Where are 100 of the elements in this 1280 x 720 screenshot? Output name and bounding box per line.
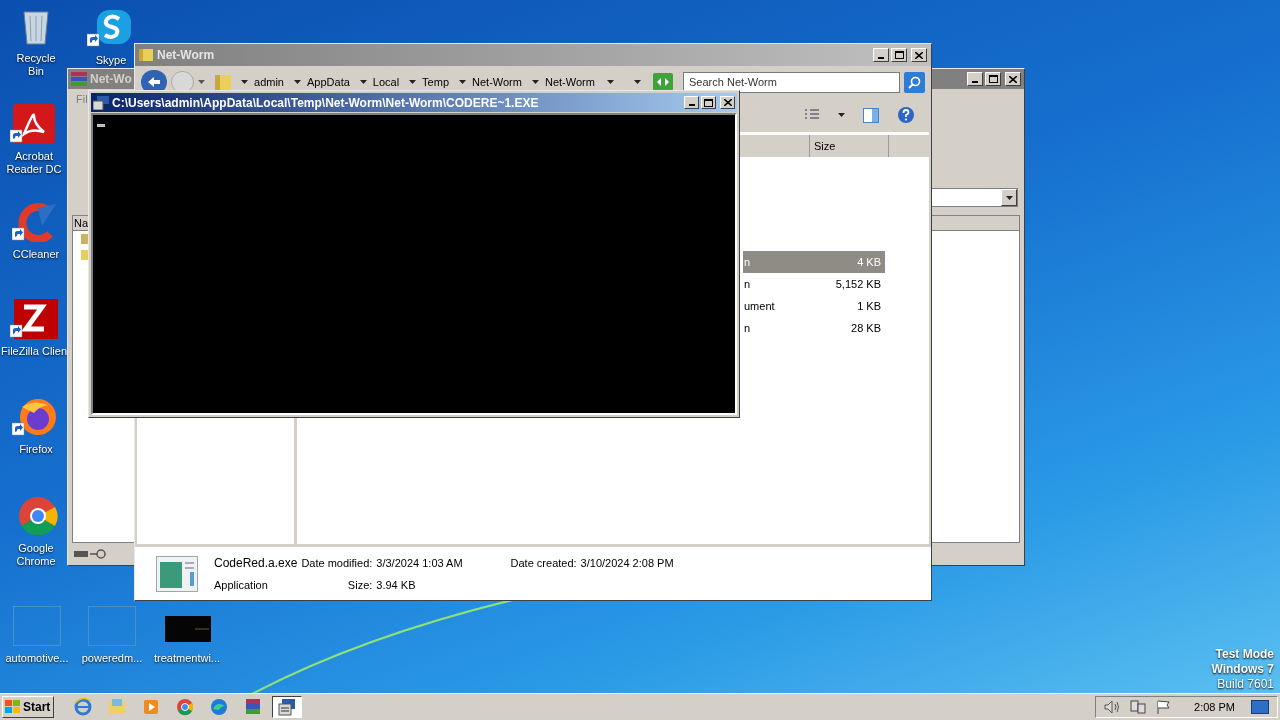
window-title: C:\Users\admin\AppData\Local\Temp\Net-Worm\Net-Worm\CODERE~1.EXE — [112, 94, 539, 112]
desktop-icon-label[interactable]: Recycle Bin — [8, 52, 64, 78]
breadcrumb-item[interactable]: Local — [372, 73, 400, 91]
field-label: Size: — [346, 577, 373, 593]
flag-icon[interactable] — [1156, 700, 1173, 714]
search-button[interactable] — [904, 71, 925, 93]
clock[interactable]: 2:08 PM — [1194, 698, 1235, 716]
edge-icon — [209, 697, 229, 717]
close-button[interactable] — [1005, 72, 1021, 86]
maximize-button[interactable] — [891, 48, 907, 62]
type-cell-text: ument — [744, 298, 775, 314]
breadcrumb-item[interactable]: Net-Worm — [472, 73, 522, 91]
column-header[interactable]: Size — [809, 135, 889, 157]
application-icon — [156, 555, 198, 592]
caret-icon — [634, 80, 642, 84]
desktop-icon-label[interactable]: Google Chrome — [6, 542, 66, 568]
column-header[interactable]: Na — [73, 216, 88, 230]
size-cell-text: 5,152 KB — [835, 276, 881, 292]
desktop-icon-label[interactable]: Acrobat Reader DC — [4, 150, 64, 176]
preview-pane-icon[interactable] — [863, 107, 879, 123]
close-button[interactable] — [911, 48, 927, 62]
breadcrumb-item[interactable]: Temp — [422, 73, 449, 91]
media-player-icon — [141, 697, 161, 717]
field-value: 3/3/2024 1:03 AM — [376, 555, 463, 571]
desktop-icon-label[interactable]: Firefox — [19, 443, 53, 456]
drive-key-icon — [72, 548, 108, 560]
folder-icon — [107, 697, 127, 717]
caret-icon — [531, 80, 539, 84]
system-notice: Build 7601 — [1217, 677, 1274, 692]
close-icon — [915, 51, 923, 59]
caret-icon — [1005, 195, 1013, 200]
caret-icon — [409, 80, 417, 84]
folder-icon — [139, 48, 153, 62]
console-icon — [93, 95, 109, 110]
blank-file-icon — [88, 606, 136, 646]
breadcrumb-item[interactable]: Net-Worm — [544, 73, 595, 91]
file-name: CodeRed.a.exe — [214, 554, 298, 572]
file-row[interactable]: n 5,152 KB — [743, 273, 885, 295]
field-label: Date modified: — [301, 555, 373, 571]
refresh-icon — [656, 77, 671, 87]
desktop-icon-label[interactable]: FileZilla Clien — [1, 345, 67, 358]
field-label: Date created: — [510, 555, 577, 571]
desktop-icon-label[interactable]: treatmentwi... — [154, 652, 220, 665]
minimize-button[interactable] — [873, 48, 889, 62]
close-icon — [723, 99, 732, 106]
desktop-icon-label[interactable]: automotive... — [5, 652, 69, 665]
help-icon[interactable] — [897, 106, 915, 124]
maximize-button[interactable] — [701, 96, 716, 109]
caret-icon — [294, 80, 301, 84]
internet-explorer-icon — [73, 697, 93, 717]
blank-file-icon — [13, 606, 61, 646]
search-field[interactable]: Search Net-Worm — [683, 71, 901, 93]
caret-icon — [459, 80, 466, 84]
field-value: 3.94 KB — [376, 577, 417, 593]
network-icon[interactable] — [1130, 700, 1147, 714]
minimize-button[interactable] — [967, 72, 983, 86]
size-cell-text: 4 KB — [857, 254, 881, 270]
minimize-button[interactable] — [684, 96, 699, 109]
caret-icon — [198, 80, 206, 84]
windows-logo-icon — [5, 700, 21, 714]
refresh-button[interactable] — [653, 73, 674, 91]
breadcrumb-item[interactable]: admin — [254, 73, 284, 91]
taskbar-button[interactable] — [272, 696, 302, 718]
type-cell-text: n — [744, 276, 751, 292]
caret-icon — [838, 113, 845, 117]
desktop-icon-label[interactable]: CCleaner — [12, 248, 60, 261]
breadcrumb-item[interactable]: AppData — [307, 73, 350, 91]
back-arrow-icon — [146, 76, 161, 88]
console-icon — [277, 697, 297, 717]
desktop-icon-label[interactable]: Skype — [95, 54, 127, 67]
file-row[interactable]: ument 1 KB — [743, 295, 885, 317]
text-cursor — [97, 124, 105, 127]
system-notice: Test Mode — [1215, 647, 1274, 662]
size-cell-text: 1 KB — [857, 298, 881, 314]
file-type: Application — [214, 577, 269, 593]
type-cell-text: n — [744, 254, 751, 270]
window-title: Net-Wo — [90, 71, 132, 88]
filezilla-icon — [10, 299, 58, 339]
start-button[interactable]: Start — [2, 696, 54, 718]
size-cell-text: 28 KB — [851, 320, 881, 336]
maximize-button[interactable] — [985, 72, 1001, 86]
dropdown-field[interactable] — [930, 188, 1018, 207]
caret-icon — [359, 80, 367, 84]
speaker-icon[interactable] — [1104, 700, 1121, 714]
caret-icon — [241, 80, 249, 84]
file-row[interactable]: n 28 KB — [743, 317, 885, 339]
folder-icon — [215, 73, 232, 91]
close-button[interactable] — [720, 96, 735, 109]
winrar-icon — [243, 697, 263, 717]
close-icon — [1009, 75, 1017, 83]
acrobat-icon — [10, 104, 58, 144]
type-cell-text: n — [744, 320, 751, 336]
archive-icon — [71, 72, 87, 86]
search-input[interactable]: Search Net-Worm — [689, 73, 895, 91]
chrome-icon — [175, 697, 195, 717]
system-notice: Windows 7 — [1211, 662, 1274, 677]
field-value: 3/10/2024 2:08 PM — [580, 555, 674, 571]
desktop-icon-label[interactable]: poweredm... — [81, 652, 143, 665]
view-options-icon[interactable] — [804, 108, 820, 122]
search-icon — [908, 75, 922, 89]
